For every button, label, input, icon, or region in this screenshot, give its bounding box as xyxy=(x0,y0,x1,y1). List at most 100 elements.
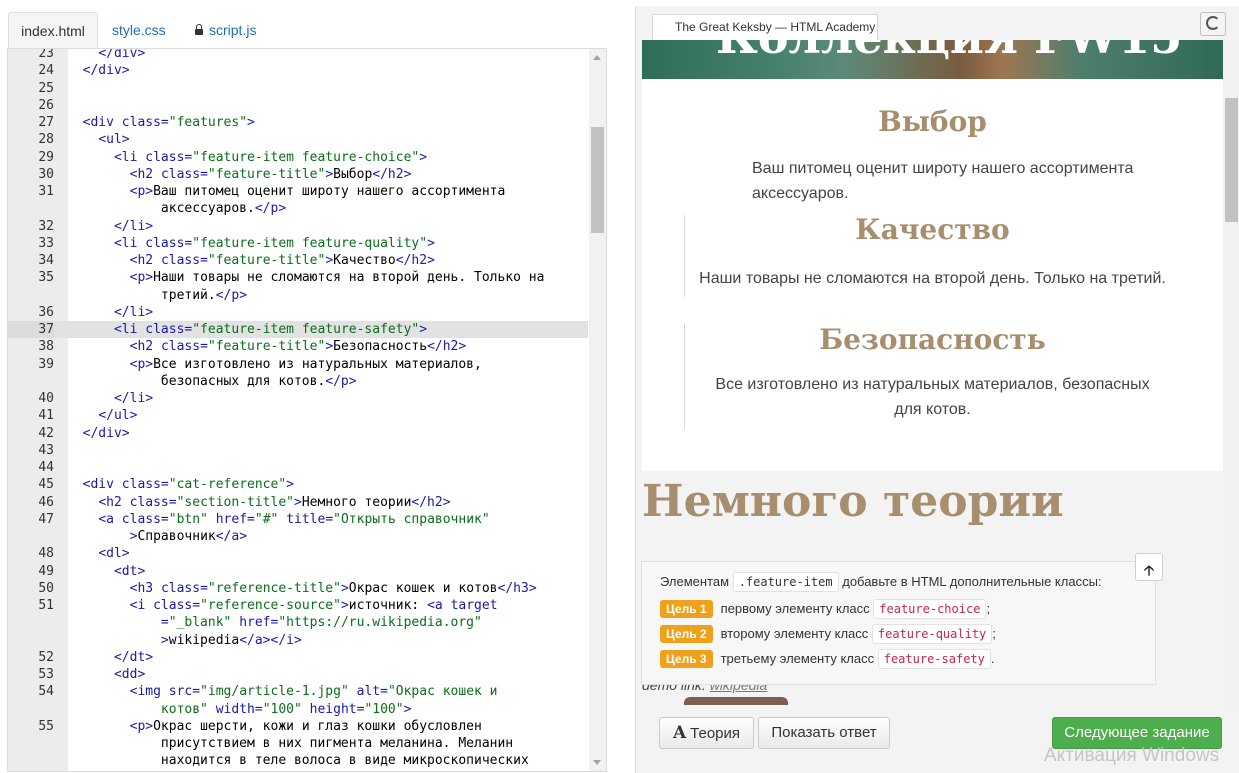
code-line[interactable]: 26 xyxy=(8,97,588,114)
code-token: <img xyxy=(129,684,169,700)
scrollbar-thumb[interactable] xyxy=(591,127,604,233)
code-line[interactable]: 25 xyxy=(8,80,588,97)
code-token: <h3 xyxy=(129,580,161,596)
line-number: 33 xyxy=(38,235,54,251)
code-line[interactable]: 37 <li class="feature-item feature-safet… xyxy=(8,321,588,339)
code-line[interactable]: 28 <ul> xyxy=(8,131,588,148)
line-number: 41 xyxy=(38,408,54,424)
code-line[interactable]: 23 </div> xyxy=(8,49,588,62)
code-line[interactable]: 54 <img src="img/article-1.jpg" alt="Окр… xyxy=(8,683,588,700)
code-line[interactable]: 49 <dt> xyxy=(8,563,588,580)
goal-end: ; xyxy=(986,601,991,616)
code-line[interactable]: 45 <div class="cat-reference"> xyxy=(8,476,588,493)
code-line[interactable]: 34 <h2 class="feature-title">Качество</h… xyxy=(8,252,588,269)
code-token: > xyxy=(340,580,349,596)
code-token: </p> xyxy=(325,373,357,389)
code-token: > xyxy=(247,115,255,130)
tab-style-css[interactable]: style.css xyxy=(112,12,166,48)
code-line[interactable]: присутствием в них пигмента меланина. Ме… xyxy=(8,735,588,752)
code-token: target xyxy=(450,598,498,613)
code-line[interactable]: >wikipedia</a></i> xyxy=(8,632,588,649)
code-line[interactable]: аксессуаров.</p> xyxy=(8,200,588,217)
code-line[interactable]: >Справочник</a> xyxy=(8,528,588,545)
refresh-icon[interactable] xyxy=(1200,12,1226,36)
theory-button[interactable]: A Теория xyxy=(659,717,754,749)
code-line[interactable]: 53 <dd> xyxy=(8,666,588,683)
code-text: </li> xyxy=(67,218,153,235)
task-intro: Элементам .feature-item добавьте в HTML … xyxy=(660,572,1102,592)
code-token: Окрас кошек и котов xyxy=(348,580,498,596)
code-token: > xyxy=(286,477,294,493)
code-line[interactable]: 31 <p>Ваш питомец оценит широту нашего а… xyxy=(8,183,588,200)
code-line[interactable]: 47 <a class="btn" href="#" title="Открыт… xyxy=(8,511,588,528)
code-token: котов" xyxy=(67,701,216,717)
code-token: <p> xyxy=(129,356,154,372)
code-line[interactable]: 46 <h2 class="section-title">Немного тео… xyxy=(8,494,588,511)
line-number: 29 xyxy=(38,149,54,165)
code-line[interactable]: котов" width="100" height="100"> xyxy=(8,701,588,718)
code-token: class= xyxy=(160,339,208,355)
code-area[interactable]: 23 </div> 24 </div> 25 26 27 <div class="fea… xyxy=(8,49,588,770)
code-line[interactable]: находится в теле волоса в виде микроскоп… xyxy=(8,752,588,769)
code-token: <dl> xyxy=(98,546,130,562)
code-line[interactable]: 50 <h3 class="reference-title">Окрас кош… xyxy=(8,580,588,597)
code-line[interactable]: 51 <i class="reference-source">источник:… xyxy=(8,597,588,614)
code-token: безопасных для котов. xyxy=(67,373,326,389)
code-token: <dd> xyxy=(113,667,146,682)
code-line[interactable]: 32 </li> xyxy=(8,218,588,235)
code-line[interactable]: 42 </div> xyxy=(8,425,588,442)
line-number: 42 xyxy=(38,425,54,441)
editor-tabs: index.html style.css script.js xyxy=(0,0,620,49)
code-line[interactable]: 29 <li class="feature-item feature-choic… xyxy=(8,149,588,166)
line-number: 54 xyxy=(38,684,54,700)
tab-script-js[interactable]: script.js xyxy=(195,12,256,48)
scroll-up-arrow-icon[interactable] xyxy=(593,55,601,60)
code-line[interactable]: безопасных для котов.</p> xyxy=(8,373,588,390)
code-line[interactable]: 30 <h2 class="feature-title">Выбор</h2> xyxy=(8,166,588,183)
code-line[interactable]: третий.</p> xyxy=(8,287,588,304)
code-line[interactable]: 27 <div class="features"> xyxy=(8,114,588,131)
collapse-task-button[interactable]: 🡡 xyxy=(1135,553,1163,581)
code-line[interactable]: ="_blank" href="https://ru.wikipedia.org… xyxy=(8,614,588,631)
line-number: 50 xyxy=(38,580,54,596)
code-line[interactable]: 52 </dt> xyxy=(8,649,588,666)
code-line[interactable]: 48 <dl> xyxy=(8,545,588,562)
next-label: Следующее задание xyxy=(1064,724,1210,741)
scrollbar-thumb[interactable] xyxy=(1225,98,1238,222)
code-line[interactable]: 24 </div> xyxy=(8,62,588,79)
goal-text: второму элементу класс xyxy=(720,626,869,641)
line-number: 48 xyxy=(38,546,54,562)
code-editor[interactable]: 23 </div> 24 </div> 25 26 27 <div class="fea… xyxy=(7,48,607,772)
code-line[interactable]: 55 <p>Окрас шерсти, кожи и глаз кошки об… xyxy=(8,718,588,735)
code-line[interactable]: 38 <h2 class="feature-title">Безопасност… xyxy=(8,338,588,355)
code-token: </p> xyxy=(215,287,248,303)
code-line[interactable]: 43 xyxy=(8,442,588,459)
code-line[interactable]: 33 <li class="feature-item feature-quali… xyxy=(8,235,588,252)
code-token: </h2> xyxy=(427,339,467,355)
code-token: "cat-reference" xyxy=(168,477,287,493)
code-token: "features" xyxy=(168,115,248,130)
code-line[interactable]: 40 </li> xyxy=(8,390,588,407)
tab-index-html[interactable]: index.html xyxy=(8,12,98,49)
editor-scrollbar[interactable] xyxy=(589,49,606,771)
code-token: "Окрас кошек и xyxy=(387,684,498,700)
code-line[interactable]: 35 <p>Наши товары не сломаются на второй… xyxy=(8,269,588,286)
feature-title: Качество xyxy=(855,213,1010,246)
code-line[interactable]: 44 xyxy=(8,459,588,476)
code-text: </div> xyxy=(67,49,145,62)
code-token: = xyxy=(67,615,169,631)
show-answer-button[interactable]: Показать ответ xyxy=(758,717,890,749)
scroll-down-arrow-icon[interactable] xyxy=(593,760,601,765)
preview-scrollbar[interactable] xyxy=(1223,40,1239,705)
code-line[interactable]: 41 </ul> xyxy=(8,407,588,424)
preview-tab-title: The Great Keksby — HTML Academy xyxy=(652,14,878,40)
line-number: 30 xyxy=(38,166,54,182)
code-line[interactable]: 39 <p>Все изготовлено из натуральных мат… xyxy=(8,356,588,373)
code-line[interactable]: 36 </li> xyxy=(8,304,588,321)
